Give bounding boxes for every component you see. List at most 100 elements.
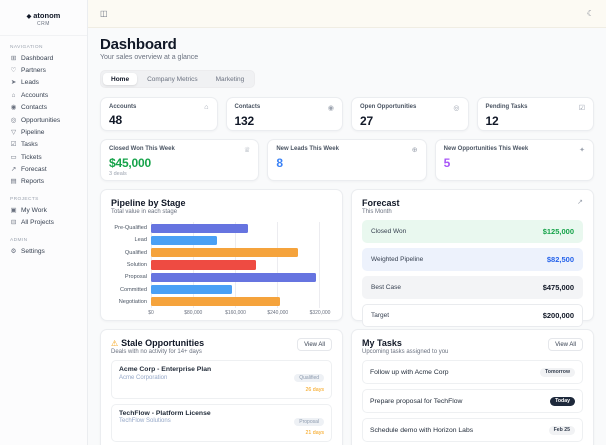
- forecast-row-value: $200,000: [542, 311, 574, 320]
- sidebar-item-reports[interactable]: ▤ Reports: [0, 176, 87, 188]
- theme-toggle-icon[interactable]: ☾: [587, 9, 594, 18]
- nav-section-label: Navigation: [10, 45, 43, 50]
- forecast-row-target: Target $200,000: [362, 304, 583, 327]
- sidebar-item-label: Settings: [21, 247, 45, 255]
- week-top: New Leads This Week ⊕: [276, 146, 417, 154]
- forecast-row-best-case: Best Case $475,000: [362, 276, 583, 299]
- contacts-icon: ◉: [10, 104, 17, 112]
- new-leads-this-week-icon: ⊕: [411, 147, 418, 154]
- sidebar-item-pipeline[interactable]: ▽ Pipeline: [0, 126, 87, 138]
- page-title: Dashboard: [100, 36, 177, 53]
- task-due-badge: Today: [550, 396, 575, 406]
- kpi-value: 27: [360, 114, 373, 128]
- sidebar-item-my-work[interactable]: ▣ My Work: [0, 204, 87, 216]
- sidebar-item-forecast[interactable]: ↗ Forecast: [0, 163, 87, 175]
- sidebar-item-dashboard[interactable]: ⊞ Dashboard: [0, 52, 87, 64]
- tasks-icon: ☑: [10, 141, 17, 149]
- stale-item[interactable]: Acme Corp - Enterprise Plan Acme Corporat…: [111, 360, 332, 399]
- sidebar-item-opportunities[interactable]: ◎ Opportunities: [0, 114, 87, 126]
- chart-axis-tick: $320,000: [309, 310, 331, 317]
- chart-axis-tick: $0: [148, 310, 154, 317]
- task-item[interactable]: Prepare proposal for TechFlow Today: [362, 389, 583, 413]
- week-card-new-leads-this-week[interactable]: New Leads This Week ⊕ 8: [267, 139, 427, 181]
- forecast-rows: Closed Won $125,000 Weighted Pipeline $82,5…: [362, 220, 583, 327]
- sidebar-item-tickets[interactable]: ▭ Tickets: [0, 151, 87, 163]
- tab-marketing[interactable]: Marketing: [208, 73, 253, 85]
- chart-track: [151, 258, 320, 272]
- task-title: Prepare proposal for TechFlow: [370, 397, 463, 405]
- chart-bar-pre-qualified[interactable]: [151, 223, 249, 233]
- chart-bar-qualified[interactable]: [151, 248, 298, 258]
- sidebar-item-label: Forecast: [21, 166, 47, 174]
- chart-category-label: Pre-Qualified: [114, 225, 147, 232]
- forecast-row-value: $475,000: [542, 283, 574, 292]
- pipeline-subtitle: Total value in each stage: [111, 209, 178, 215]
- sidebar-item-label: Leads: [21, 79, 39, 87]
- chart-bar-negotiation[interactable]: [151, 297, 280, 307]
- topbar: ◫ ☾: [88, 0, 606, 28]
- forecast-row-label: Best Case: [371, 284, 401, 291]
- chart-track: [151, 295, 320, 309]
- sidebar: ◆ atonom CRM Navigation ⊞ Dashboard ♡ Partner…: [0, 0, 88, 445]
- sidebar-item-label: All Projects: [21, 219, 54, 227]
- task-item[interactable]: Schedule demo with Horizon Labs Feb 25: [362, 418, 583, 442]
- week-card-closed-won-this-week[interactable]: Closed Won This Week ♕ $45,000 3 deals: [100, 139, 260, 181]
- forecast-row-label: Closed Won: [371, 228, 407, 235]
- tickets-icon: ▭: [10, 153, 17, 161]
- chart-axis-tick: $160,000: [225, 310, 246, 317]
- sidebar-item-label: Contacts: [21, 104, 48, 112]
- sidebar-item-all-projects[interactable]: ⊟ All Projects: [0, 217, 87, 229]
- stale-view-all-button[interactable]: View All: [297, 338, 332, 351]
- pipeline-icon: ▽: [11, 128, 16, 136]
- stale-list: Acme Corp - Enterprise Plan Acme Corporat…: [111, 360, 332, 445]
- sidebar-item-label: My Work: [21, 206, 47, 214]
- week-card-new-opportunities-this-week[interactable]: New Opportunities This Week ✦ 5: [434, 139, 594, 181]
- chart-axis-tick: $80,000: [184, 310, 203, 317]
- sidebar-item-accounts[interactable]: ⌂ Accounts: [0, 89, 87, 101]
- task-item[interactable]: Follow up with Acme Corp Tomorrow: [362, 360, 583, 384]
- forecast-title: Forecast: [362, 198, 400, 208]
- kpi-card-accounts[interactable]: Accounts ⌂ 48: [100, 97, 218, 131]
- dashboard-icon: ⊞: [10, 54, 17, 62]
- sidebar-toggle-icon[interactable]: ◫: [100, 9, 108, 18]
- page-subtitle: Your sales overview at a glance: [100, 54, 199, 61]
- task-title: Schedule demo with Horizon Labs: [370, 426, 474, 434]
- chart-bar-lead[interactable]: [151, 235, 217, 245]
- kpi-top: Pending Tasks ☑: [486, 104, 586, 112]
- kpi-label: Accounts: [109, 104, 137, 110]
- chart-row-solution: Solution: [111, 258, 332, 272]
- sidebar-item-contacts[interactable]: ◉ Contacts: [0, 102, 87, 114]
- week-value: 5: [443, 156, 451, 170]
- kpi-card-contacts[interactable]: Contacts ◉ 132: [225, 97, 343, 131]
- partners-icon: ♡: [10, 67, 17, 75]
- tasks-view-all-button[interactable]: View All: [548, 338, 583, 351]
- sidebar-item-partners[interactable]: ♡ Partners: [0, 64, 87, 76]
- kpi-label: Open Opportunities: [360, 104, 417, 110]
- chart-bar-committed[interactable]: [151, 285, 233, 295]
- tab-company-metrics[interactable]: Company Metrics: [139, 73, 206, 85]
- chart-bar-proposal[interactable]: [151, 272, 317, 282]
- chart-bar-solution[interactable]: [151, 260, 256, 270]
- sidebar-item-label: Accounts: [21, 91, 49, 99]
- opportunities-icon: ◎: [10, 116, 17, 124]
- tab-home[interactable]: Home: [103, 73, 138, 85]
- sidebar-item-settings[interactable]: ⚙ Settings: [0, 245, 87, 257]
- stale-item[interactable]: TechFlow - Platform License TechFlow Solu…: [111, 403, 332, 442]
- kpi-top: Contacts ◉: [235, 104, 335, 112]
- chart-row-lead: Lead: [111, 234, 332, 247]
- sidebar-item-label: Pipeline: [21, 128, 45, 136]
- kpi-card-pending-tasks[interactable]: Pending Tasks ☑ 12: [476, 97, 594, 131]
- tasks-subtitle: Upcoming tasks assigned to you: [362, 349, 449, 355]
- accounts-icon: ⌂: [204, 104, 209, 111]
- chart-track: [151, 283, 320, 296]
- kpi-card-open-opportunities[interactable]: Open Opportunities ◎ 27: [351, 97, 469, 131]
- task-title: Follow up with Acme Corp: [370, 368, 449, 376]
- tasks-head: My Tasks Upcoming tasks assigned to you …: [362, 338, 583, 355]
- chart-category-label: Qualified: [124, 249, 147, 256]
- kpi-label: Pending Tasks: [485, 104, 528, 110]
- settings-icon: ⚙: [10, 247, 17, 255]
- kpi-row: Accounts ⌂ 48 Contacts ◉ 132 Open Opportunitie…: [100, 97, 594, 131]
- sidebar-item-tasks[interactable]: ☑ Tasks: [0, 139, 87, 151]
- forecast-row-closed-won: Closed Won $125,000: [362, 220, 583, 243]
- sidebar-item-leads[interactable]: ➤ Leads: [0, 77, 87, 89]
